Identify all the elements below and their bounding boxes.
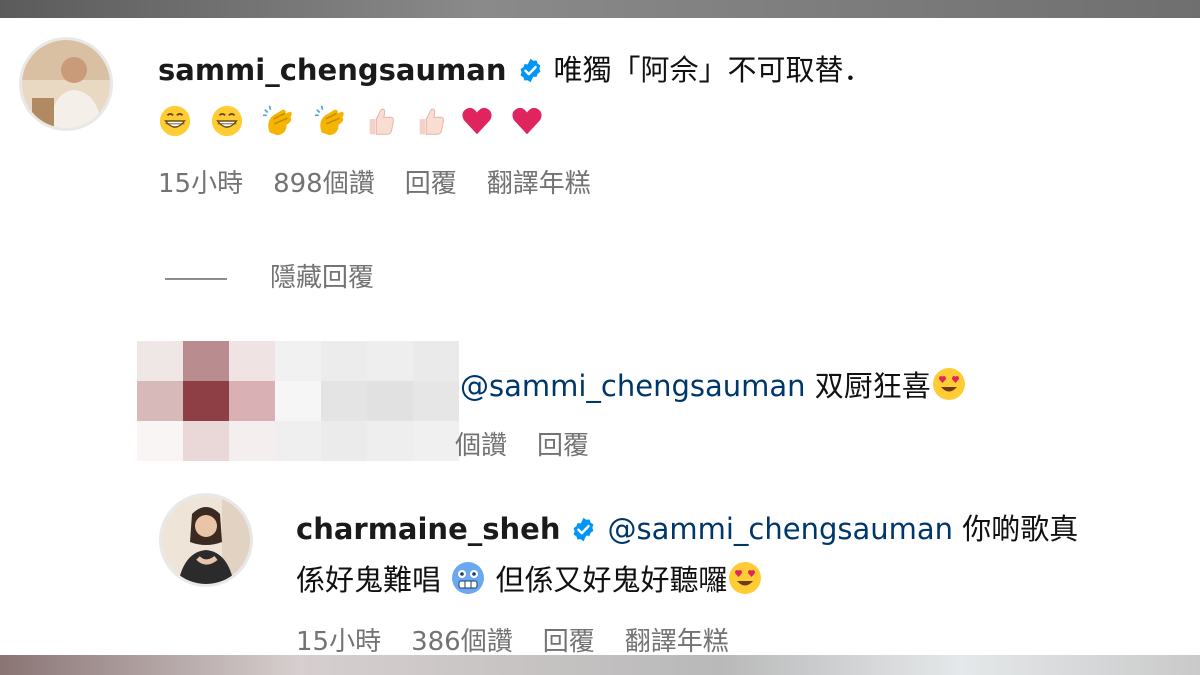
grin-emoji-icon [158,104,192,138]
red-heart-emoji-icon [510,104,544,138]
reply-1-meta: 個讚 回覆 [455,430,619,462]
hide-replies-button[interactable]: 隱藏回覆 [270,262,374,294]
red-heart-emoji-icon [460,104,494,138]
reply-2-time: 15小時 [296,627,382,657]
username-sammi[interactable]: sammi_chengsauman [158,53,507,87]
reply-1-reply-button[interactable]: 回覆 [537,430,589,462]
comment-1-reply-button[interactable]: 回覆 [405,168,457,200]
clap-emoji-icon [314,104,348,138]
heart-eyes-emoji-icon [931,366,967,402]
comment-1-meta: 15小時 898個讚 回覆 翻譯年糕 [158,168,621,200]
reply-2-likes[interactable]: 386個讚 [411,626,513,658]
reply-2-reply-button[interactable]: 回覆 [543,626,595,658]
reply-1-line: @sammi_chengsauman 双厨狂喜 [460,366,967,404]
thumbs-up-emoji-icon [414,104,448,138]
comment-1-translate-button[interactable]: 翻譯年糕 [487,168,591,200]
hide-replies-divider [165,278,227,280]
reply-1-text: 双厨狂喜 [814,369,931,403]
reply-1-likes[interactable]: 個讚 [455,430,507,462]
reply-2-text-line-2a: 係好鬼難唱 [296,563,442,597]
verified-badge-icon [570,516,597,543]
reply-2-text-line-2b: 但係又好鬼好聽囉 [495,563,728,597]
verified-badge-icon [517,57,544,84]
grin-emoji-icon [210,104,244,138]
clap-emoji-icon [262,104,296,138]
comment-1-time: 15小時 [158,169,244,199]
avatar-charmaine[interactable] [162,496,250,584]
comment-1-text: 唯獨「阿佘」不可取替． [553,53,873,87]
username-charmaine[interactable]: charmaine_sheh [296,512,560,546]
top-frame-band [0,0,1200,18]
reply-2-text-line-1: 你啲歌真 [962,512,1079,546]
reply-2-meta: 15小時 386個讚 回覆 翻譯年糕 [296,626,759,658]
reply-1-mention[interactable]: @sammi_chengsauman [460,369,806,403]
thumbs-up-emoji-icon [364,104,398,138]
comment-1-likes[interactable]: 898個讚 [273,168,375,200]
cold-face-emoji-icon [450,560,486,596]
avatar-sammi-image [22,40,110,128]
reply-2-mention[interactable]: @sammi_chengsauman [607,512,953,546]
reply-2-line-2: 係好鬼難唱 但係又好鬼好聽囉 [296,560,763,598]
heart-eyes-emoji-icon [727,560,763,596]
reply-2-line-1: charmaine_sheh @sammi_chengsauman 你啲歌真 [296,511,1078,547]
avatar-charmaine-image [162,496,250,584]
avatar-sammi[interactable] [22,40,110,128]
reply-2-translate-button[interactable]: 翻譯年糕 [625,626,729,658]
bottom-frame-band [0,655,1200,675]
comment-1-line: sammi_chengsauman 唯獨「阿佘」不可取替． [158,52,873,88]
